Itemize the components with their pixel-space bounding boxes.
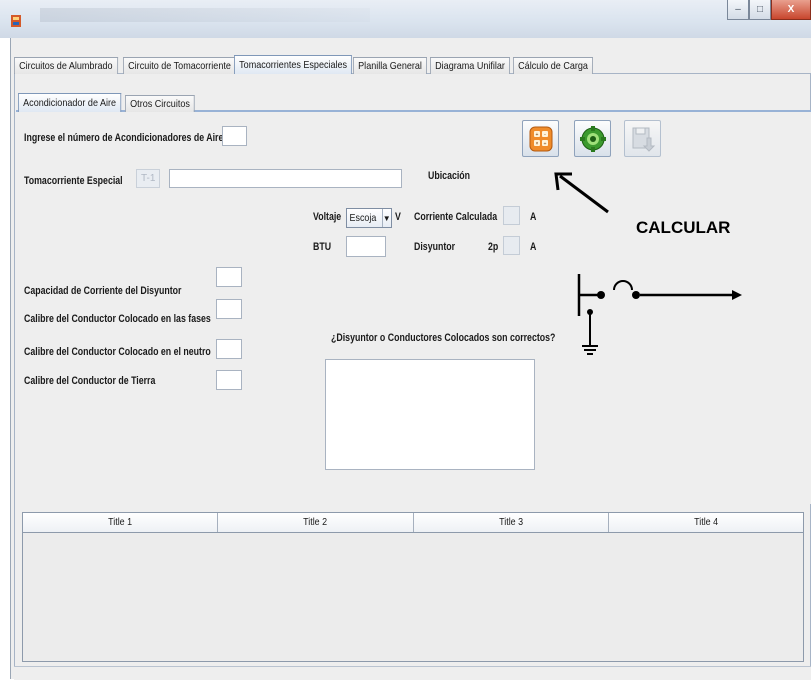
capacidad-label: Capacidad de Corriente del Disyuntor [24, 285, 182, 297]
minimize-icon[interactable]: – [727, 0, 749, 20]
table-header-title-3[interactable]: Title 3 [414, 513, 609, 532]
maximize-icon[interactable]: □ [749, 0, 771, 20]
disyuntor-schematic-icon [577, 274, 742, 355]
capacidad-field[interactable] [216, 267, 242, 287]
calibre-fases-field[interactable] [216, 299, 242, 319]
disyuntor-unit: A [530, 241, 537, 253]
results-table: Title 1 Title 2 Title 3 Title 4 [22, 512, 804, 662]
table-header-row: Title 1 Title 2 Title 3 Title 4 [23, 513, 803, 533]
corriente-unit: A [530, 211, 537, 223]
window-controls: – □ X [727, 0, 811, 22]
main-tabbar: Circuitos de Alumbrado Circuito de Tomac… [14, 54, 593, 74]
tab-circuito-tomacorriente[interactable]: Circuito de Tomacorriente [122, 57, 236, 74]
num-acondicionadores-field[interactable] [222, 126, 247, 146]
table-header-title-1[interactable]: Title 1 [23, 513, 219, 532]
subtab-acondicionador-aire[interactable]: Acondicionador de Aire [18, 93, 122, 112]
calcular-annotation: CALCULAR [636, 218, 731, 237]
tab-diagrama-unifilar[interactable]: Diagrama Unifilar [429, 57, 510, 74]
calibre-tierra-field[interactable] [216, 370, 242, 390]
svg-text:×: × [535, 141, 538, 147]
save-button[interactable] [624, 120, 661, 157]
voltaje-label: Voltaje [313, 211, 342, 223]
btu-field[interactable] [346, 236, 386, 257]
toma-especial-code-field[interactable]: T-1 [136, 169, 160, 188]
tab-calculo-carga[interactable]: Cálculo de Carga [512, 57, 593, 74]
svg-text:+: + [535, 132, 538, 138]
disyuntor-label: Disyuntor [414, 241, 456, 253]
gear-icon [579, 125, 606, 152]
disyuntor-field [503, 236, 520, 255]
tab-tomacorrientes-especiales[interactable]: Tomacorrientes Especiales [234, 55, 353, 74]
table-header-title-4[interactable]: Title 4 [609, 513, 803, 532]
subtab-otros-circuitos[interactable]: Otros Circuitos [125, 95, 196, 112]
tab-circuitos-alumbrado[interactable]: Circuitos de Alumbrado [14, 57, 118, 74]
table-header-title-2[interactable]: Title 2 [218, 513, 414, 532]
num-acondicionadores-label: Ingrese el número de Acondicionadores de… [24, 132, 227, 144]
toma-especial-label: Tomacorriente Especial [24, 175, 123, 187]
toma-especial-hint: T-1 [141, 173, 156, 184]
voltaje-select[interactable]: Escoja ▼ [346, 208, 392, 228]
btu-label: BTU [313, 241, 332, 253]
settings-button[interactable] [574, 120, 611, 157]
calculator-icon: + - × ÷ [529, 126, 552, 151]
voltaje-selected-value: Escoja [349, 212, 377, 224]
calibre-neutro-label: Calibre del Conductor Colocado en el neu… [24, 346, 211, 358]
ubicacion-label: Ubicación [428, 170, 471, 182]
status-strip [14, 666, 811, 680]
save-icon [632, 127, 655, 152]
title-bar [0, 0, 811, 38]
java-app-icon [11, 15, 21, 27]
sub-tabbar: Acondicionador de Aire Otros Circuitos [18, 92, 208, 112]
disyuntor-poles: 2p [488, 241, 499, 253]
ubicacion-field[interactable] [169, 169, 402, 188]
close-icon[interactable]: X [771, 0, 811, 20]
svg-text:÷: ÷ [543, 141, 546, 147]
callout-arrow-icon [554, 172, 609, 214]
calibre-fases-label: Calibre del Conductor Colocado en las fa… [24, 313, 211, 325]
tab-planilla-general[interactable]: Planilla General [352, 57, 427, 74]
calibre-tierra-label: Calibre del Conductor de Tierra [24, 375, 156, 387]
chevron-down-icon[interactable]: ▼ [381, 209, 391, 227]
calibre-neutro-field[interactable] [216, 339, 242, 359]
corriente-calculada-label: Corriente Calculada [414, 211, 498, 223]
pregunta-textarea[interactable] [325, 359, 535, 470]
voltaje-unit: V [395, 211, 401, 223]
calculate-button[interactable]: + - × ÷ [522, 120, 559, 157]
pregunta-label: ¿Disyuntor o Conductores Colocados son c… [331, 332, 556, 344]
corriente-calculada-field [503, 206, 520, 225]
